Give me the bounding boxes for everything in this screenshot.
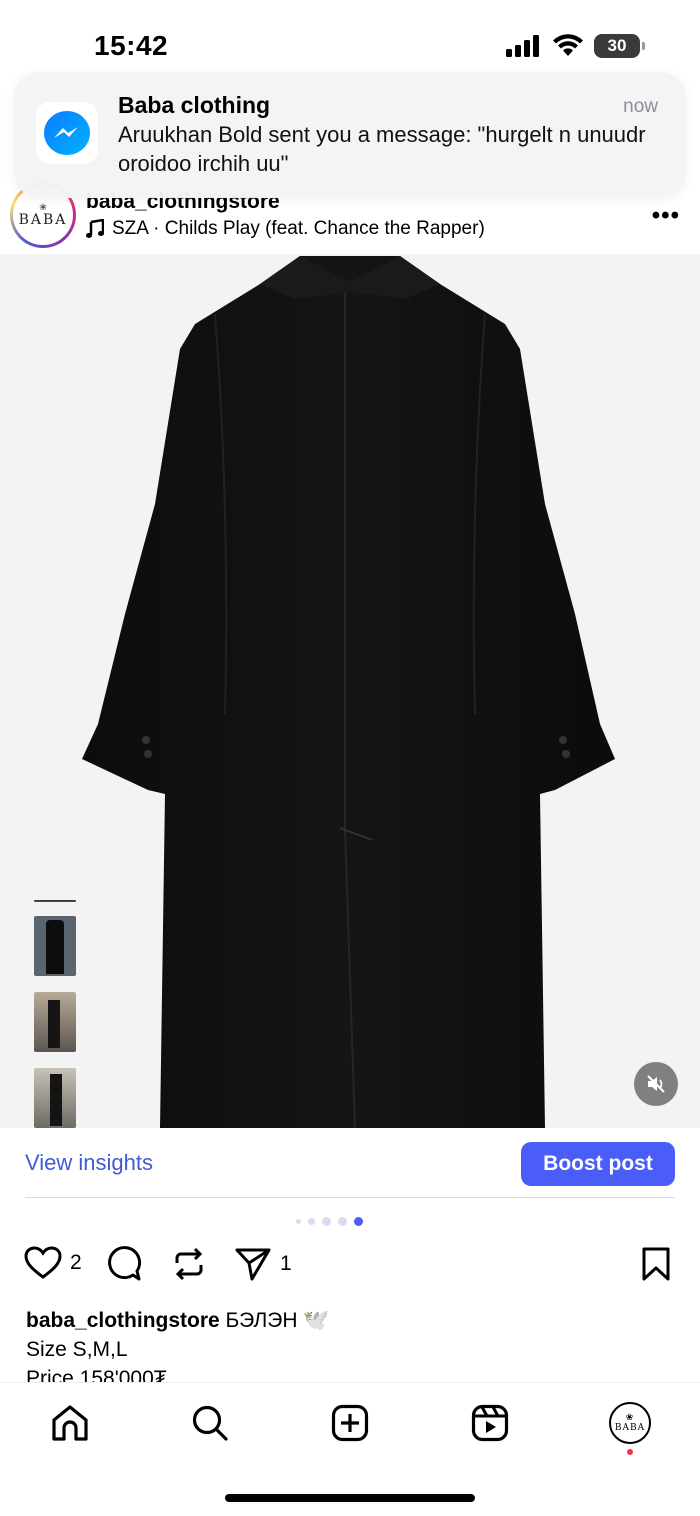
comment-action[interactable] [106, 1246, 142, 1282]
caption-line-1: БЭЛЭН 🕊️ [225, 1309, 330, 1332]
thumbnail-1 [34, 900, 76, 902]
thumbnail-2 [34, 916, 76, 976]
like-action[interactable]: 2 [24, 1246, 82, 1280]
heart-icon [24, 1246, 62, 1279]
home-indicator[interactable] [225, 1494, 475, 1502]
save-action[interactable] [640, 1246, 672, 1282]
profile-avatar: ❀ BABA [609, 1402, 651, 1444]
post-music[interactable]: SZA · Childs Play (feat. Chance the Rapp… [86, 218, 485, 240]
music-note-icon [86, 219, 104, 238]
logo-mark-icon: ❀ [39, 202, 47, 212]
view-insights-link[interactable]: View insights [25, 1150, 153, 1176]
carousel-dot [308, 1218, 315, 1225]
status-icons: 30 [506, 34, 645, 58]
share-count: 1 [280, 1252, 292, 1275]
thumbnail-4 [34, 1068, 76, 1128]
carousel-indicator [296, 1217, 363, 1226]
more-options-icon[interactable]: ••• [652, 202, 680, 230]
bookmark-icon [642, 1247, 670, 1281]
music-label: SZA · Childs Play (feat. Chance the Rapp… [112, 218, 485, 239]
notification-time: now [623, 96, 658, 117]
nav-search[interactable] [188, 1401, 232, 1445]
post-caption: baba_clothingstore БЭЛЭН 🕊️ Size S,M,L P… [26, 1306, 676, 1382]
carousel-dot [338, 1217, 347, 1226]
repost-icon [175, 1247, 203, 1281]
repost-action[interactable] [172, 1246, 206, 1282]
create-icon [331, 1404, 369, 1442]
share-action[interactable]: 1 [234, 1246, 292, 1282]
insights-bar: View insights Boost post [0, 1128, 700, 1198]
avatar-logo-text: BABA [18, 212, 68, 228]
status-time: 15:42 [94, 30, 169, 61]
messenger-bolt-icon [54, 127, 78, 138]
thumbnail-strip [34, 900, 78, 1128]
nav-profile[interactable]: ❀ BABA [608, 1401, 652, 1455]
search-icon [192, 1405, 228, 1441]
coat-image [82, 256, 615, 1128]
thumbnail-3 [34, 992, 76, 1052]
post-actions: 2 1 [0, 1246, 700, 1290]
nav-create[interactable] [328, 1401, 372, 1445]
home-icon [52, 1405, 88, 1441]
mute-button[interactable] [634, 1062, 678, 1106]
profile-avatar-text: BABA [614, 1423, 646, 1433]
carousel-dot [322, 1217, 331, 1226]
caption-username[interactable]: baba_clothingstore [26, 1309, 220, 1332]
carousel-dot-active [354, 1217, 363, 1226]
caption-line-3: Price 158'000₮ [26, 1367, 167, 1382]
like-count: 2 [70, 1251, 82, 1274]
push-notification[interactable]: Baba clothing now Aruukhan Bold sent you… [14, 72, 686, 198]
cellular-signal-icon [506, 35, 539, 57]
speaker-muted-icon [647, 1075, 665, 1093]
nav-home[interactable] [48, 1401, 92, 1445]
caption-line-2: Size S,M,L [26, 1338, 128, 1361]
send-icon [235, 1248, 271, 1281]
messenger-app-icon [36, 102, 98, 164]
notification-dot [627, 1449, 633, 1455]
post-media[interactable] [0, 254, 700, 1128]
battery-indicator: 30 [594, 34, 645, 58]
boost-post-button[interactable]: Boost post [521, 1142, 675, 1186]
comment-icon [108, 1246, 142, 1281]
reels-icon [471, 1404, 509, 1442]
carousel-dot [296, 1219, 301, 1224]
wifi-icon [553, 34, 583, 56]
notification-body: Aruukhan Bold sent you a message: "hurge… [118, 122, 646, 176]
divider [25, 1197, 675, 1198]
notification-title: Baba clothing [118, 92, 271, 118]
profile-logo-mark-icon: ❀ [625, 1413, 635, 1423]
nav-reels[interactable] [468, 1401, 512, 1445]
